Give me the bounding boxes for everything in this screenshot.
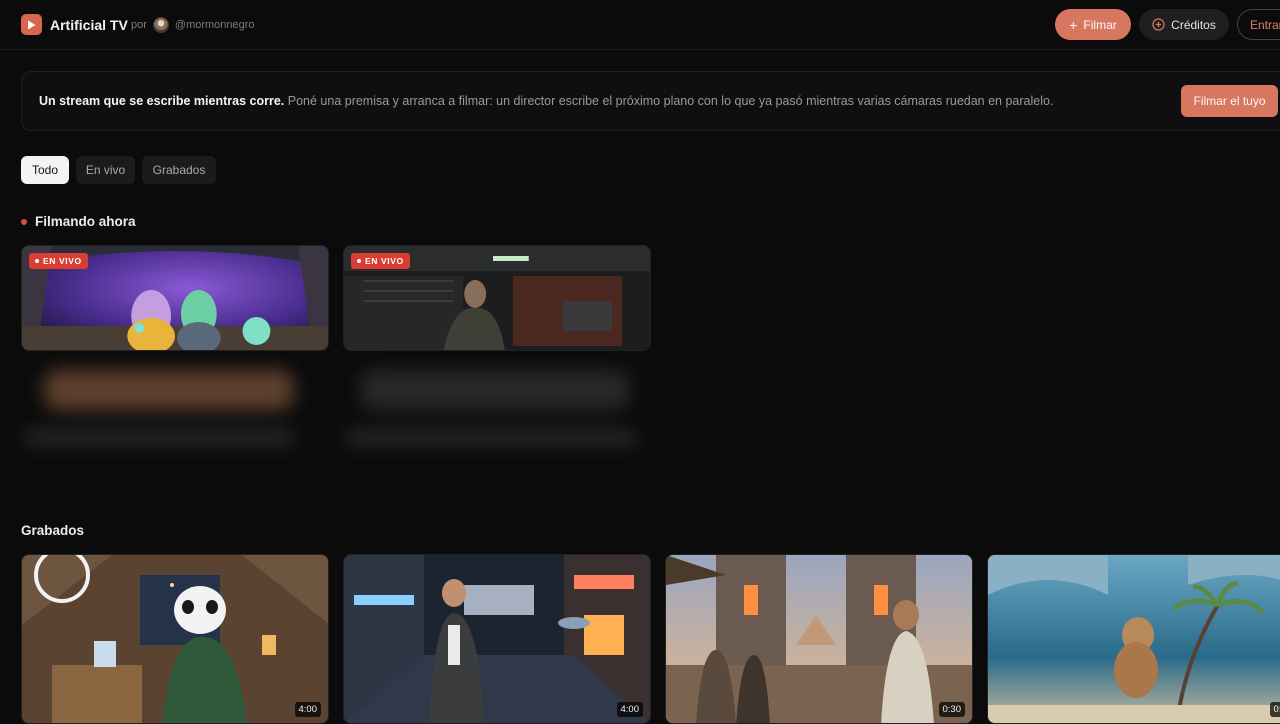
live-section-label: Filmando ahora [35, 214, 136, 229]
top-bar: Artificial TV por @mormonnegro + Filmar … [0, 0, 1280, 50]
tab-recorded[interactable]: Grabados [142, 156, 216, 184]
credits-button[interactable]: Créditos [1139, 9, 1229, 40]
avatar[interactable] [153, 17, 169, 33]
tab-live[interactable]: En vivo [76, 156, 135, 184]
recorded-section-title: Grabados [21, 523, 84, 538]
app-title: Artificial TV [50, 17, 128, 33]
thumbnail-ancient-city [666, 555, 973, 724]
intro-banner: Un stream que se escribe mientras corre.… [21, 71, 1280, 131]
banner-text: Un stream que se escribe mientras corre.… [39, 94, 1053, 108]
login-button[interactable]: Entrar [1237, 9, 1280, 40]
thumbnail-panda-room [22, 555, 329, 724]
banner-description: Poné una premisa y arranca a filmar: un … [288, 94, 1054, 108]
live-indicator-icon [35, 259, 39, 263]
username[interactable]: @mormonnegro [175, 19, 255, 31]
play-logo-icon [21, 14, 42, 35]
login-button-label: Entrar [1250, 18, 1280, 32]
plus-circle-icon [1152, 18, 1165, 31]
recorded-card[interactable]: 0:30 [665, 554, 973, 724]
duration-badge: 0:30 [939, 702, 966, 717]
duration-badge: 4:00 [617, 702, 644, 717]
live-card[interactable]: EN VIVO [343, 245, 651, 351]
recorded-section-label: Grabados [21, 523, 84, 538]
live-section-title: Filmando ahora [21, 214, 136, 229]
film-yours-button[interactable]: Filmar el tuyo [1181, 85, 1278, 117]
live-card[interactable]: EN VIVO [21, 245, 329, 351]
author-line: por @mormonnegro [131, 17, 255, 33]
recorded-card[interactable]: 4:00 [21, 554, 329, 724]
duration-badge: 4:00 [295, 702, 322, 717]
credits-button-label: Créditos [1171, 18, 1216, 32]
thumbnail-tokyo-street [344, 555, 651, 724]
by-label: por [131, 19, 147, 31]
film-button[interactable]: + Filmar [1055, 9, 1131, 40]
filter-tabs: Todo En vivo Grabados [21, 156, 216, 184]
thumbnail-underwater-monkey [988, 555, 1280, 724]
banner-lead: Un stream que se escribe mientras corre. [39, 94, 284, 108]
recorded-card[interactable]: 4:00 [343, 554, 651, 724]
recorded-card[interactable]: 0:15 [987, 554, 1280, 724]
live-badge-label: EN VIVO [43, 256, 82, 266]
tab-all[interactable]: Todo [21, 156, 69, 184]
brand[interactable]: Artificial TV [21, 14, 128, 35]
live-badge: EN VIVO [29, 253, 88, 269]
film-button-label: Filmar [1083, 18, 1116, 32]
blurred-card-details [0, 350, 670, 490]
duration-badge: 0:15 [1270, 702, 1280, 717]
live-indicator-icon [357, 259, 361, 263]
plus-icon: + [1069, 18, 1077, 32]
live-dot-icon [21, 219, 27, 225]
live-badge: EN VIVO [351, 253, 410, 269]
live-badge-label: EN VIVO [365, 256, 404, 266]
